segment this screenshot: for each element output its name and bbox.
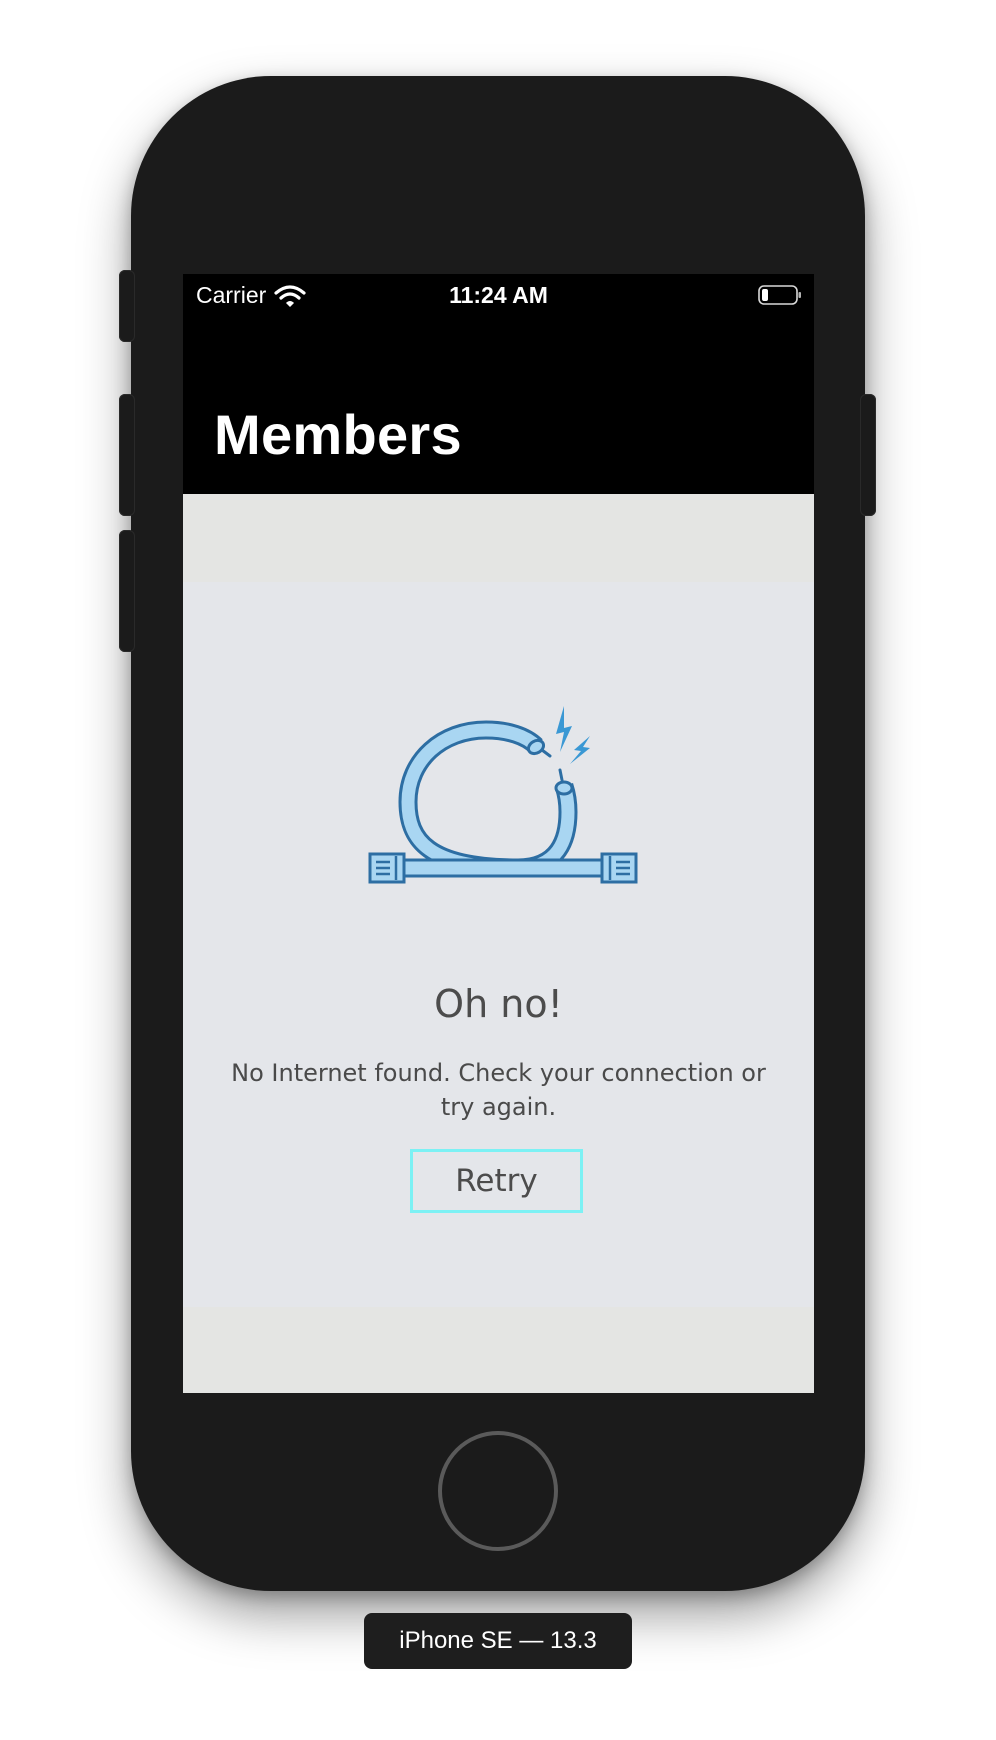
error-state-panel: Oh no! No Internet found. Check your con… <box>183 582 814 1307</box>
mute-switch <box>119 270 135 342</box>
page-title: Members <box>214 403 462 466</box>
retry-button[interactable]: Retry <box>410 1149 583 1213</box>
error-title: Oh no! <box>434 982 563 1026</box>
battery-low-icon <box>758 285 801 305</box>
navigation-bar: Members <box>183 316 814 494</box>
content-area: Oh no! No Internet found. Check your con… <box>183 494 814 1393</box>
device-label: iPhone SE — 13.3 <box>364 1613 632 1669</box>
disconnected-cable-icon <box>368 706 638 884</box>
volume-up-button <box>119 394 135 516</box>
volume-down-button <box>119 530 135 652</box>
device-screen: Carrier 11:24 AM Members Oh no! No Inter… <box>183 274 814 1393</box>
power-button <box>860 394 876 516</box>
status-bar: Carrier 11:24 AM <box>183 274 814 316</box>
error-message: No Internet found. Check your connection… <box>231 1059 766 1121</box>
home-button[interactable] <box>438 1431 558 1551</box>
status-time: 11:24 AM <box>449 282 548 308</box>
